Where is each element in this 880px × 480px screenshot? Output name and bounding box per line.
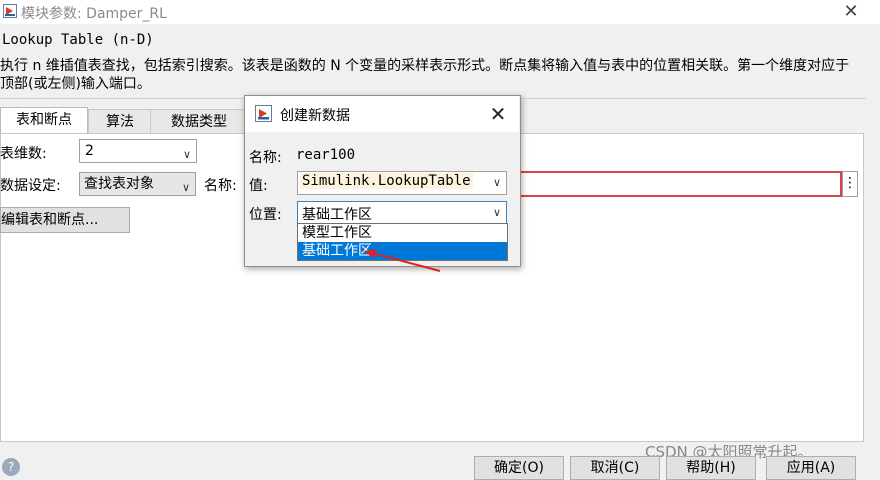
dialog-value-select[interactable]: Simulink.LookupTable ∨ bbox=[297, 171, 507, 195]
chevron-down-icon: ∨ bbox=[492, 206, 501, 219]
chevron-down-icon: ∨ bbox=[182, 148, 191, 161]
cancel-button[interactable]: 取消(C) bbox=[570, 456, 660, 480]
block-description: 执行 n 维插值表查找，包括索引搜索。该表是函数的 N 个变量的采样表示形式。断… bbox=[0, 58, 850, 92]
help-icon[interactable]: ? bbox=[2, 458, 20, 476]
more-actions-button[interactable]: ⋮ bbox=[842, 171, 858, 197]
simulink-app-icon bbox=[255, 105, 272, 122]
ok-button[interactable]: 确定(O) bbox=[474, 456, 564, 480]
location-option-model-workspace[interactable]: 模型工作区 bbox=[298, 224, 507, 242]
dialog-value-label: 值: bbox=[249, 178, 268, 194]
dialog-location-selected: 基础工作区 bbox=[302, 207, 372, 223]
dialog-location-select[interactable]: 基础工作区 ∨ bbox=[297, 201, 507, 225]
data-specification-value: 查找表对象 bbox=[84, 176, 154, 192]
edit-table-breakpoints-button[interactable]: 编辑表和断点... bbox=[0, 207, 130, 233]
tab-algorithm[interactable]: 算法 bbox=[88, 109, 152, 134]
name-input[interactable] bbox=[511, 171, 842, 197]
data-specification-select[interactable]: 查找表对象 ∨ bbox=[79, 172, 196, 196]
dialog-name-label: 名称: bbox=[249, 150, 282, 166]
table-dimensions-select[interactable]: 2 ∨ bbox=[79, 139, 197, 163]
dialog-close-button[interactable]: ✕ bbox=[485, 101, 511, 127]
block-type-heading: Lookup Table (n-D) bbox=[2, 32, 154, 48]
chevron-down-icon: ∨ bbox=[492, 176, 501, 189]
window-close-button[interactable]: ✕ bbox=[836, 0, 866, 24]
simulink-app-icon bbox=[3, 4, 17, 18]
tab-table-and-breakpoints[interactable]: 表和断点 bbox=[0, 107, 88, 135]
chevron-down-icon: ∨ bbox=[181, 181, 190, 194]
annotation-arrow bbox=[364, 249, 441, 272]
dialog-title: 创建新数据 bbox=[280, 108, 350, 124]
window-title: 模块参数: Damper_RL bbox=[21, 6, 167, 22]
dialog-value-selected: Simulink.LookupTable bbox=[300, 173, 473, 189]
table-dimensions-label: 表维数: bbox=[0, 146, 47, 162]
table-dimensions-value: 2 bbox=[85, 143, 94, 159]
tab-data-types[interactable]: 数据类型 bbox=[150, 109, 248, 134]
name-label: 名称: bbox=[204, 178, 237, 194]
help-button[interactable]: 帮助(H) bbox=[666, 456, 756, 480]
apply-button[interactable]: 应用(A) bbox=[766, 456, 856, 480]
dialog-name-value: rear100 bbox=[296, 147, 356, 163]
dialog-location-label: 位置: bbox=[249, 207, 282, 223]
data-specification-label: 数据设定: bbox=[0, 178, 61, 194]
